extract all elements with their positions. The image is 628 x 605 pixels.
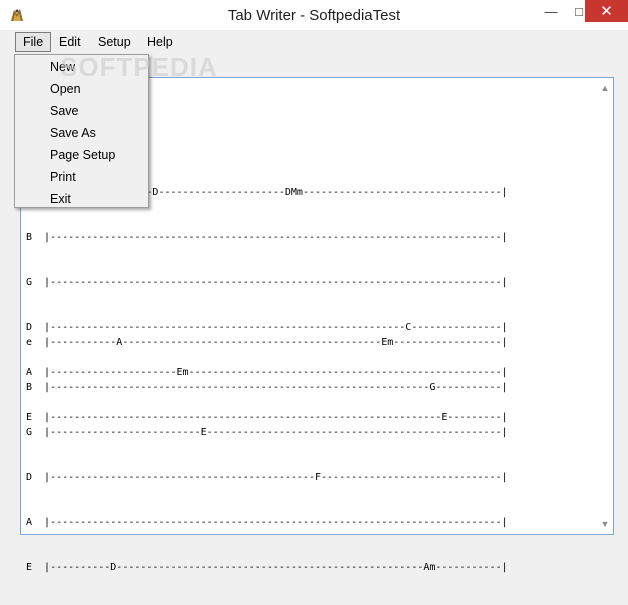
- tab-line: D |-------------------------------------…: [26, 472, 508, 483]
- tab-line: e |-----------A-------------------------…: [26, 337, 508, 348]
- tab-line: E |----------D--------------------------…: [26, 562, 508, 573]
- menu-item-new[interactable]: New: [15, 56, 148, 78]
- menu-item-print[interactable]: Print: [15, 166, 148, 188]
- chevron-down-icon: ▼: [600, 519, 610, 529]
- close-icon: ✕: [600, 3, 613, 20]
- window-title: Tab Writer - SoftpediaTest: [227, 7, 401, 24]
- menu-bar: File Edit Setup Help: [0, 30, 628, 54]
- scroll-up-button[interactable]: ▲: [597, 80, 613, 96]
- menu-item-save[interactable]: Save: [15, 100, 148, 122]
- title-bar: Tab Writer - SoftpediaTest — □ ✕: [0, 0, 628, 30]
- tab-line: G |-------------------------------------…: [26, 277, 508, 288]
- file-menu-dropdown: New Open Save Save As Page Setup Print E…: [14, 54, 149, 208]
- menu-item-page-setup[interactable]: Page Setup: [15, 144, 148, 166]
- menu-item-exit[interactable]: Exit: [15, 188, 148, 210]
- tab-line: G |-------------------------E-----------…: [26, 427, 508, 438]
- tab-line: B |-------------------------------------…: [26, 232, 508, 243]
- scroll-down-button[interactable]: ▼: [597, 516, 613, 532]
- chevron-up-icon: ▲: [600, 83, 610, 93]
- menu-help[interactable]: Help: [140, 33, 180, 51]
- menu-edit[interactable]: Edit: [52, 33, 88, 51]
- minimize-button[interactable]: —: [538, 0, 564, 22]
- menu-item-save-as[interactable]: Save As: [15, 122, 148, 144]
- menu-file[interactable]: File: [15, 32, 52, 52]
- maximize-icon: □: [575, 3, 583, 19]
- menu-item-open[interactable]: Open: [15, 78, 148, 100]
- minimize-icon: —: [544, 3, 558, 19]
- close-button[interactable]: ✕: [585, 0, 628, 22]
- tab-line: B |-------------------------------------…: [26, 382, 508, 393]
- vertical-scrollbar[interactable]: ▲ ▼: [597, 78, 613, 534]
- menu-setup[interactable]: Setup: [91, 33, 138, 51]
- tab-block-2: e |-----------A-------------------------…: [26, 305, 508, 605]
- tab-line: A |-------------------------------------…: [26, 517, 508, 528]
